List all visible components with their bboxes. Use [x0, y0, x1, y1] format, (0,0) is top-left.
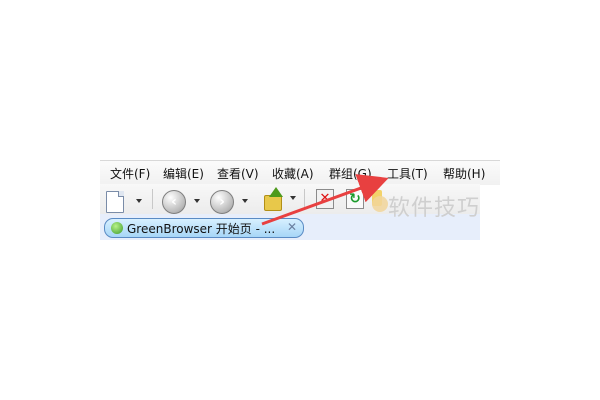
annotation-arrow	[261, 174, 389, 226]
arrow-line	[261, 174, 389, 226]
